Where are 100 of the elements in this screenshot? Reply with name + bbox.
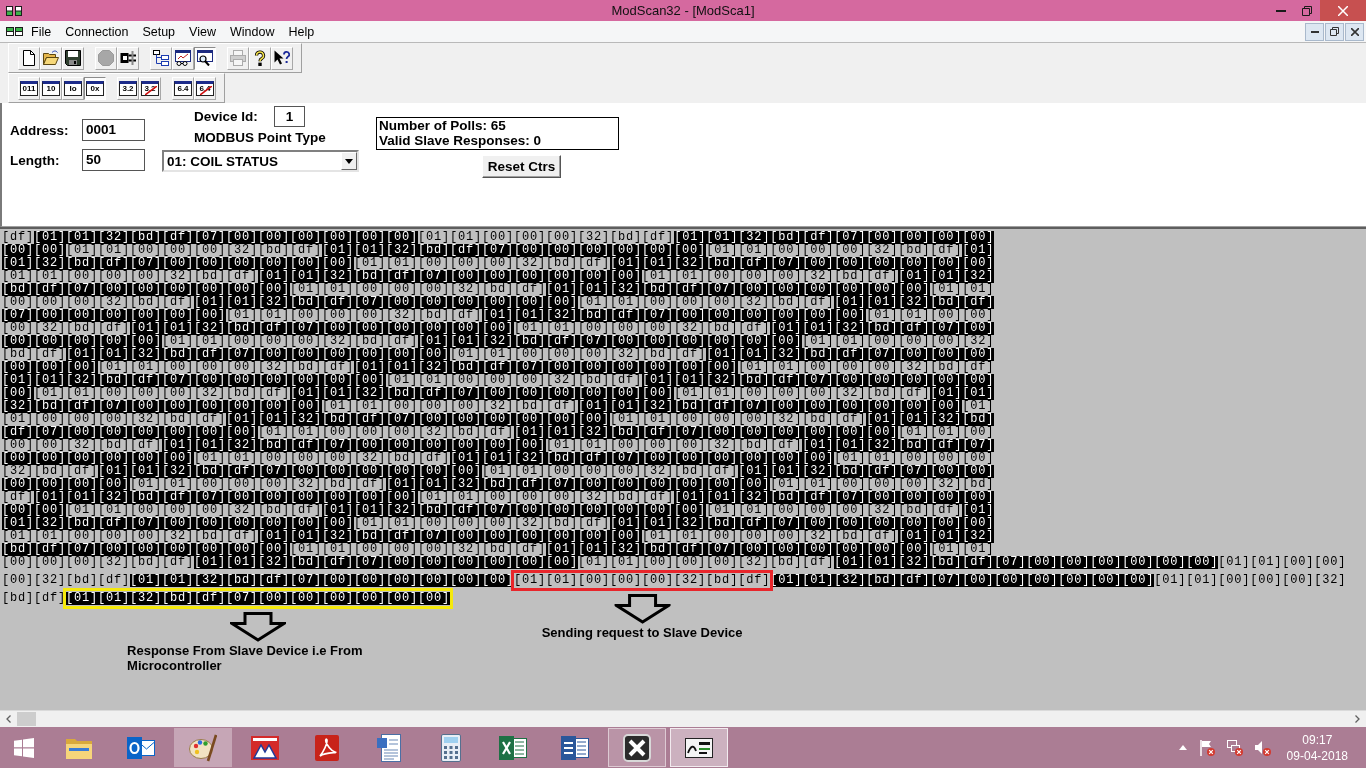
point-type-dropdown[interactable]: 01: COIL STATUS <box>162 150 359 172</box>
hex-bytes: [01][01][32][bd][df][07][00][00][00][00][00][00] <box>322 244 707 257</box>
hex-bytes: [00][32][bd][df] <box>2 322 131 335</box>
spreadsheet-icon <box>499 733 527 762</box>
hex-bytes: [01][01][32][bd][df][07][00][00][00][00][00][00] <box>418 335 803 348</box>
hex-bytes: [01][00][00][00][32][bd][df] <box>2 413 227 426</box>
format-button[interactable]: 3.2 <box>117 76 139 100</box>
hex-bytes: [01][01][00][00][00][32][bd][df] <box>130 478 387 491</box>
hex-bytes: [df] <box>2 491 34 504</box>
menu-item[interactable]: Help <box>281 22 322 41</box>
hex-bytes: [01][01][32][bd][df][07][00][00][00][00][00][00] <box>354 361 739 374</box>
hex-bytes: [01][01][32][bd][df][07][00][00][00][00] <box>674 231 995 244</box>
hex-bytes: [01][01][32][bd][df][07][00][00][00][00][00][00] <box>130 322 515 335</box>
device-id-field[interactable]: 1 <box>274 106 305 127</box>
hex-bytes: [01][01][32][bd][df][07][00][00][00][00][00][00] <box>610 517 995 530</box>
hex-bytes: [01][01][00][00][00][32][bd][df] <box>706 504 963 517</box>
close-button[interactable] <box>1320 0 1366 21</box>
format-button[interactable]: 011 <box>18 76 40 100</box>
child-restore-button[interactable] <box>1325 22 1344 41</box>
down-arrow-icon <box>230 612 287 642</box>
hex-bytes: [01] <box>962 504 995 517</box>
hex-bytes: [01][01][00][00][00][32][bd][df] <box>258 426 515 439</box>
hex-bytes: [00][00][00][32][bd][df] <box>2 296 195 309</box>
format-button[interactable]: 10 <box>40 76 62 100</box>
hex-bytes: [01][01][32][bd][df][07][00][00][00][00][00][00] <box>482 309 867 322</box>
close-icon <box>1350 27 1359 36</box>
hex-bytes: [01][01][00][00][00][32][bd] <box>770 478 995 491</box>
hex-bytes: [01][01][32][bd][df][07][00][00] <box>738 465 995 478</box>
hex-bytes: [01][01][00][00][00][32][bd][df] <box>642 530 899 543</box>
document-icon <box>375 733 403 762</box>
hex-bytes: [01][01][32][bd][df][07][00][00][00][00][00][00] <box>66 348 451 361</box>
hex-bytes: [01][01][00][00][00][32][bd][df] <box>642 270 899 283</box>
length-field[interactable]: 50 <box>82 149 145 171</box>
hex-bytes: [01][01][32][bd][df][07][00][00][00][00][00][00] <box>610 257 995 270</box>
toolbar-button[interactable] <box>194 46 216 70</box>
hex-bytes: [01][01][00][00][00][32] <box>1154 574 1347 587</box>
hex-bytes: [01][01][00][00][00][32][bd][df] <box>514 574 771 587</box>
scrollbar-thumb[interactable] <box>17 712 36 726</box>
hex-bytes: [01][01][32][bd][df][07][00][00][00][00][00][00] <box>34 491 419 504</box>
menu-item[interactable]: Setup <box>135 22 183 41</box>
hex-bytes: [01][01][00][00] <box>866 309 995 322</box>
format-button[interactable]: 0x <box>84 76 106 100</box>
hex-bytes: [00][00][00][00][00][00] <box>2 452 195 465</box>
restore-icon <box>1302 5 1312 16</box>
cross-logo-icon <box>623 733 651 762</box>
hex-bytes: [01][01][00][00][00][32][bd][df] <box>194 452 451 465</box>
address-field[interactable]: 0001 <box>82 119 145 141</box>
hex-bytes: [01][01][00][00][00][32][bd][df] <box>450 348 707 361</box>
hex-bytes: [00][00][00][00] <box>2 478 131 491</box>
network-icon[interactable] <box>1226 739 1243 756</box>
hex-bytes: [01][01][00][00][00][32][bd][df] <box>354 257 611 270</box>
pointer-question-icon <box>274 50 290 66</box>
hex-bytes: [01][01][00][00][00][32][bd][df] <box>290 283 547 296</box>
menu-item[interactable]: File <box>24 22 59 41</box>
swirl-logo-icon <box>313 733 341 762</box>
hex-bytes: [01][01][00][00][00][32][bd][df] <box>34 387 291 400</box>
minimize-icon <box>1310 30 1319 33</box>
hex-bytes: [01][01][32][bd] <box>866 413 995 426</box>
hex-bytes: [01][01][00][00][00][32][bd][df] <box>226 309 483 322</box>
valid-responses-count: Valid Slave Responses: 0 <box>379 133 543 148</box>
reset-button[interactable]: Reset Ctrs <box>482 155 561 178</box>
taskbar-button[interactable] <box>670 728 728 767</box>
taskbar-button[interactable] <box>608 728 666 767</box>
caret-up-icon[interactable] <box>1178 745 1187 750</box>
start-icon <box>14 737 34 758</box>
hex-bytes: [01][01][00][00][00][32][bd][df] <box>482 465 739 478</box>
hex-bytes: [00][00][32][bd][df] <box>2 439 163 452</box>
hex-bytes: [01][01][32][bd][df][07][00][00][00][00][00][00] <box>258 270 643 283</box>
clock-date: 09-04-2018 <box>1286 747 1348 764</box>
hex-bytes: [01][01][32][bd][df][07][00][00][00][00][00][00] <box>258 530 643 543</box>
menu-item[interactable]: View <box>182 22 223 41</box>
horizontal-scrollbar[interactable] <box>0 710 1366 727</box>
hex-bytes: [07][00][00][00][00][00][00] <box>2 309 227 322</box>
hex-bytes: [01][32][bd][df][07][00][00][00][00][00][00] <box>2 257 355 270</box>
hex-bytes: [df] <box>2 231 34 244</box>
format-button[interactable]: Io <box>62 76 84 100</box>
hex-bytes: [01][01][32][bd][df] <box>834 296 995 309</box>
menu-item[interactable]: Window <box>222 22 282 41</box>
hex-bytes: [01][01][32][bd][df][07] <box>802 439 995 452</box>
flag-icon[interactable] <box>1198 739 1215 756</box>
child-minimize-button[interactable] <box>1305 22 1324 41</box>
hex-bytes: [bd][df] <box>2 592 66 605</box>
hex-bytes: [01][01][32][bd][df][07][00][00][00][00][00][00] <box>578 400 963 413</box>
hex-bytes: [32][bd][df] <box>2 465 98 478</box>
hex-bytes: [01][01][32][bd][df][07][00][00][00][00][00][00] <box>98 465 483 478</box>
window-magnifier-icon <box>197 50 213 66</box>
hex-bytes: [01][01] <box>930 283 995 296</box>
hex-bytes: [01][01][00][00][00][32][bd][df] <box>674 387 931 400</box>
child-close-button[interactable] <box>1345 22 1364 41</box>
hex-bytes: [01][01][00][00][00][32][bd][df] <box>418 491 675 504</box>
muted-speaker-icon[interactable] <box>1254 739 1271 756</box>
hex-bytes: [01][01][32][bd][df][07][00][00][00][00][00][00] <box>834 556 1219 569</box>
format-button[interactable]: 6.4 <box>172 76 194 100</box>
hex-bytes: [00][32][bd][df] <box>2 574 131 587</box>
hex-bytes: [01][01][32][bd][df][07][00] <box>770 322 995 335</box>
hex-bytes: [01][01][32][bd][df][07][00][00][00][00][00][00] <box>546 283 931 296</box>
menu-item[interactable]: Connection <box>58 22 136 41</box>
length-label: Length: <box>10 152 61 168</box>
hex-bytes: [01][01][00][00][00][32][bd][df] <box>546 439 803 452</box>
clock-time: 09:17 <box>1302 731 1333 748</box>
